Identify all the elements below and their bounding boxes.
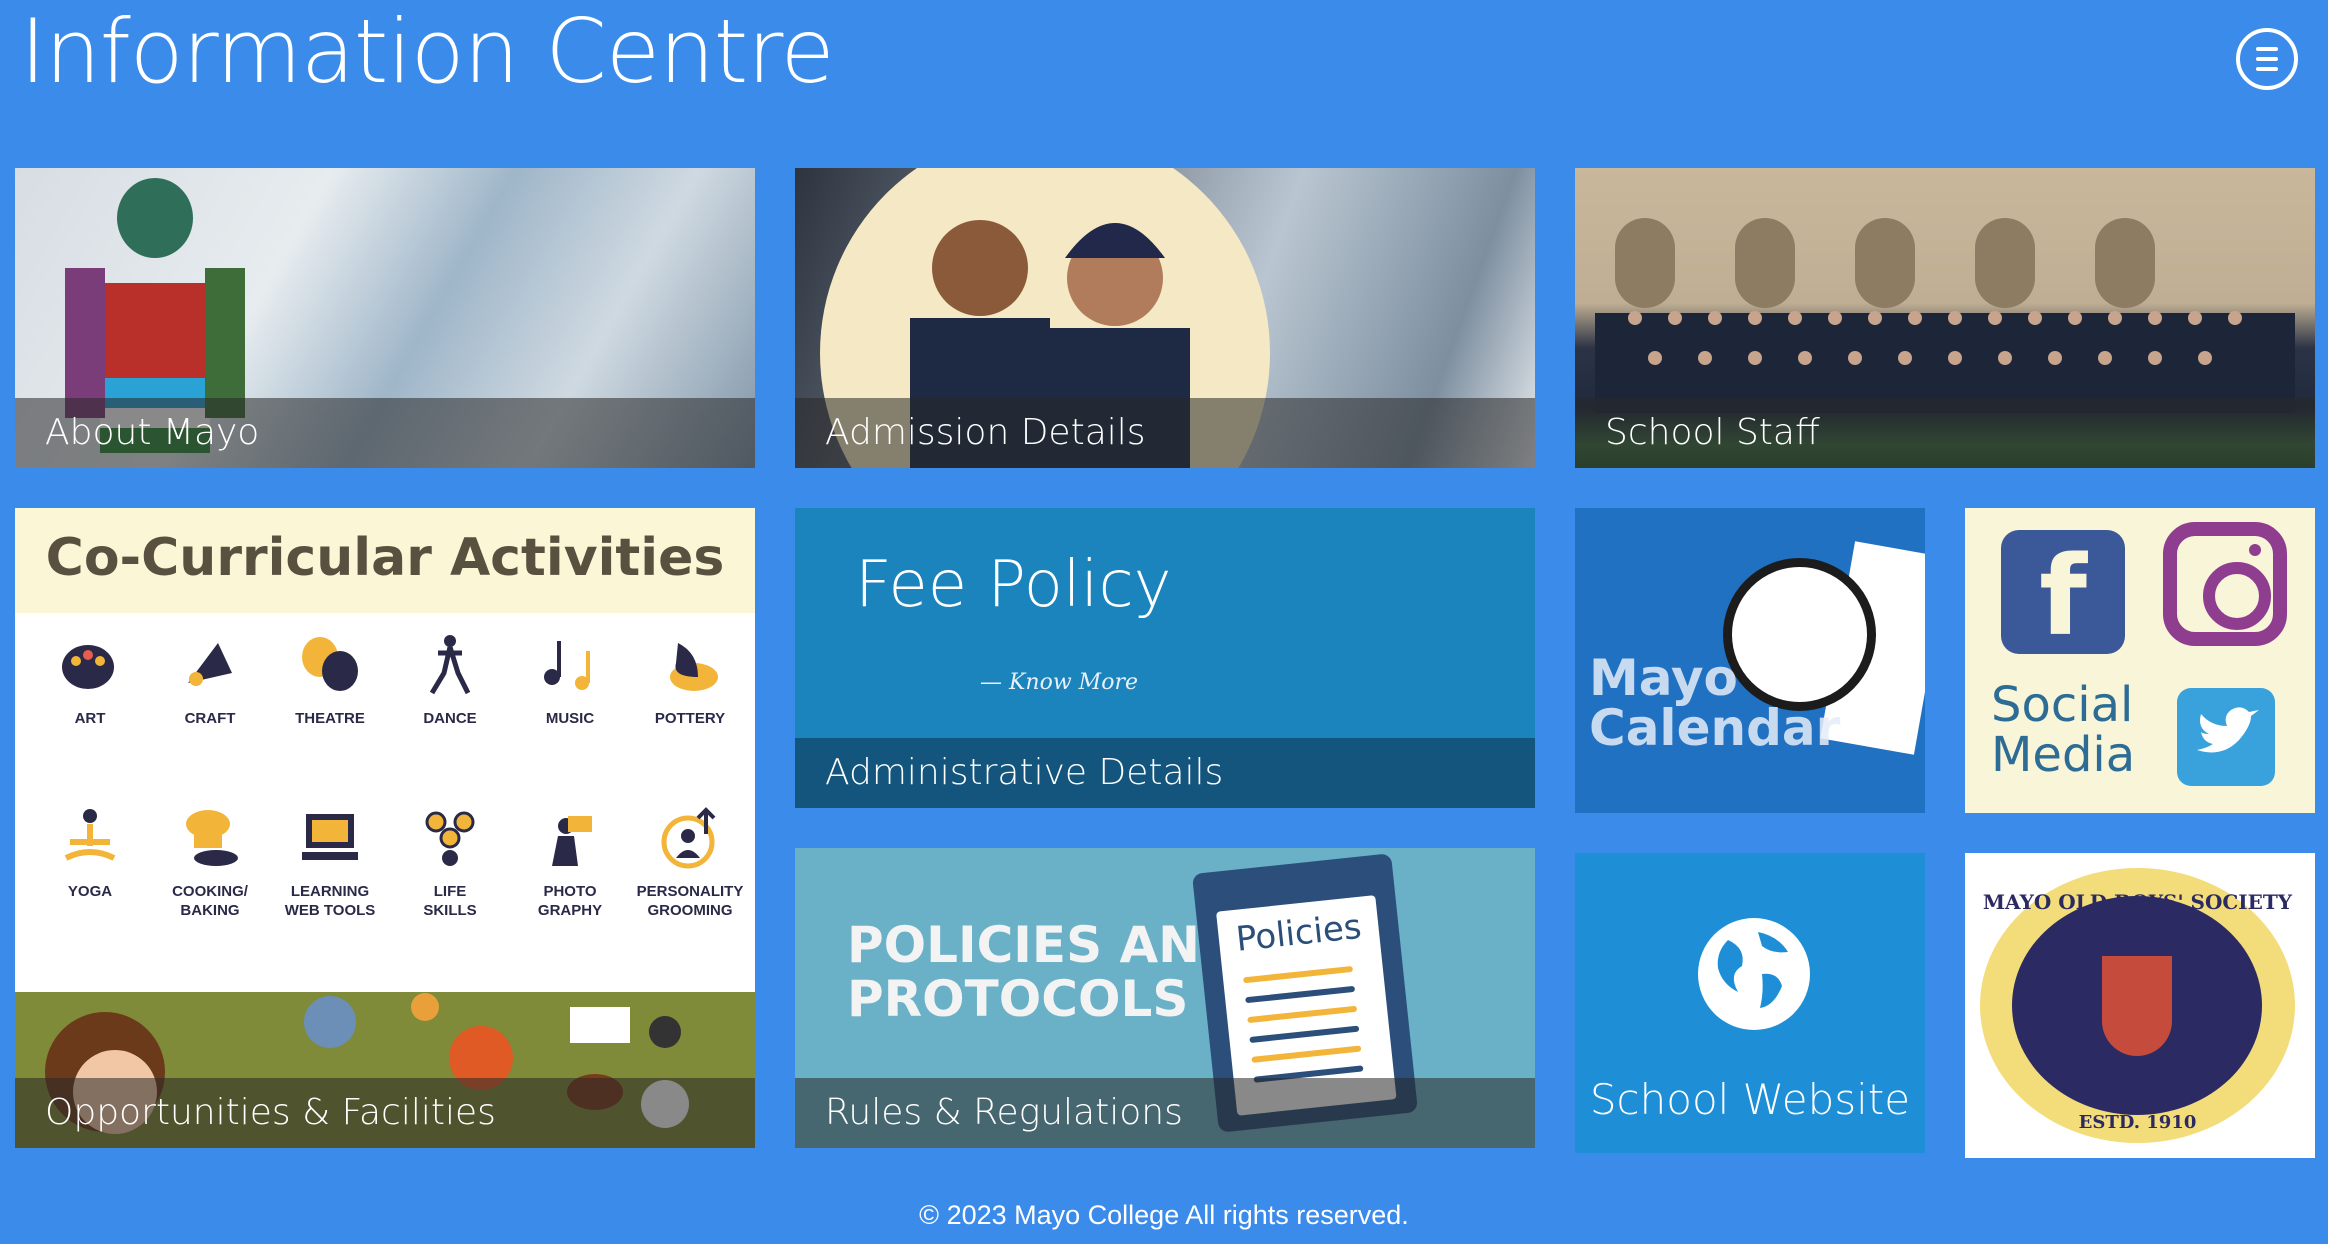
instagram-icon xyxy=(2163,522,2287,646)
activity-label: POTTERY xyxy=(654,710,726,727)
activity-label: CRAFT xyxy=(184,710,236,727)
music-notes-icon xyxy=(544,641,590,690)
tile-mayo-calendar[interactable]: Mayo Calendar xyxy=(1575,508,1925,813)
activity-label: COOKING/BAKING xyxy=(172,883,248,919)
cocurricular-banner: Co-Curricular Activities xyxy=(15,508,755,613)
activity-theatre: THEATRE xyxy=(270,633,390,728)
activity-label: THEATRE xyxy=(295,710,365,727)
activity-craft: CRAFT xyxy=(150,633,270,728)
activity-label: ART xyxy=(74,710,106,727)
social-media-label: Social Media xyxy=(1991,680,2135,780)
activity-photography: PHOTO GRAPHY xyxy=(510,806,630,920)
fee-policy-title: Fee Policy xyxy=(855,548,1172,622)
policies-banner: POLICIES AND PROTOCOLS xyxy=(847,918,1242,1026)
theatre-masks-icon xyxy=(302,637,358,691)
twitter-icon xyxy=(2177,688,2275,786)
hamburger-menu-icon[interactable] xyxy=(2236,28,2298,90)
life-skills-icon xyxy=(425,811,475,866)
calendar-label-line: Mayo xyxy=(1589,649,1738,707)
school-website-label: School Website xyxy=(1589,1075,1911,1124)
tile-caption: School Staff xyxy=(1575,398,2315,468)
computer-icon xyxy=(302,814,358,860)
activity-label: YOGA xyxy=(67,883,113,900)
activity-cooking: COOKING/BAKING xyxy=(150,806,270,920)
person-growth-icon xyxy=(661,807,716,869)
policies-banner-line: POLICIES AND xyxy=(847,916,1242,974)
calendar-label-line: Calendar xyxy=(1589,699,1841,757)
tile-rules-regulations[interactable]: POLICIES AND PROTOCOLS Policies Rules & … xyxy=(795,848,1535,1148)
tile-opportunities-facilities[interactable]: Co-Curricular Activities ART CRAFT THEAT… xyxy=(15,508,755,1148)
tile-caption: About Mayo xyxy=(15,398,755,468)
page-title: Information Centre xyxy=(20,0,835,103)
cocurricular-heading: Co-Curricular Activities xyxy=(45,528,725,588)
tile-school-website[interactable]: School Website xyxy=(1575,853,1925,1153)
social-label-line: Social xyxy=(1991,677,2134,733)
old-boys-seal: MAYO OLD BOYS' SOCIETY ESTD. 1910 xyxy=(1980,868,2295,1143)
activity-art: ART xyxy=(30,633,150,728)
activity-label: LIFE SKILLS xyxy=(423,883,477,919)
tile-admission-details[interactable]: Admission Details xyxy=(795,168,1535,468)
activity-label: PHOTO GRAPHY xyxy=(537,883,603,919)
policies-banner-line: PROTOCOLS xyxy=(847,970,1189,1028)
globe-icon xyxy=(1698,918,1810,1030)
tile-about-mayo[interactable]: About Mayo xyxy=(15,168,755,468)
activity-label: MUSIC xyxy=(545,710,595,727)
activity-pottery: POTTERY xyxy=(630,633,750,728)
activity-music: MUSIC xyxy=(510,633,630,728)
activity-web-tools: LEARNING WEB TOOLS xyxy=(270,806,390,920)
know-more-link[interactable]: — Know More xyxy=(980,670,1138,695)
tile-social-media[interactable]: f Social Media xyxy=(1965,508,2315,813)
social-label-line: Media xyxy=(1991,727,2136,783)
activity-label: DANCE xyxy=(423,710,477,727)
activity-label: PERSONALITY GROOMING xyxy=(636,883,744,919)
seal-bottom-text: ESTD. 1910 xyxy=(2078,1112,2197,1133)
camera-icon xyxy=(552,816,592,866)
activity-label: LEARNING WEB TOOLS xyxy=(284,883,376,919)
facebook-icon: f xyxy=(2001,530,2125,656)
palette-icon xyxy=(62,645,114,689)
tile-caption: Admission Details xyxy=(795,398,1535,468)
chef-hat-icon xyxy=(186,810,238,866)
clipboard-title: Policies xyxy=(1234,906,1364,960)
activity-yoga: YOGA xyxy=(30,806,150,901)
activity-personality: PERSONALITY GROOMING xyxy=(630,806,750,920)
dancer-icon xyxy=(429,635,471,695)
yoga-icon xyxy=(64,809,116,861)
footer-copyright: © 2023 Mayo College All rights reserved. xyxy=(919,1200,1409,1230)
calendar-label: Mayo Calendar xyxy=(1589,653,1840,753)
seal-top-text: MAYO OLD BOYS' SOCIETY xyxy=(1982,890,2293,914)
tile-caption: Opportunities & Facilities xyxy=(15,1078,755,1148)
tile-caption: Administrative Details xyxy=(795,738,1535,808)
scissors-icon xyxy=(188,643,232,686)
tile-caption: Rules & Regulations xyxy=(795,1078,1535,1148)
tile-old-boys-society[interactable]: MAYO OLD BOYS' SOCIETY ESTD. 1910 xyxy=(1965,853,2315,1158)
activity-life-skills: LIFE SKILLS xyxy=(390,806,510,920)
tile-administrative-details[interactable]: Fee Policy — Know More Administrative De… xyxy=(795,508,1535,808)
activity-dance: DANCE xyxy=(390,633,510,728)
pottery-icon xyxy=(670,643,718,691)
tile-school-staff[interactable]: School Staff xyxy=(1575,168,2315,468)
